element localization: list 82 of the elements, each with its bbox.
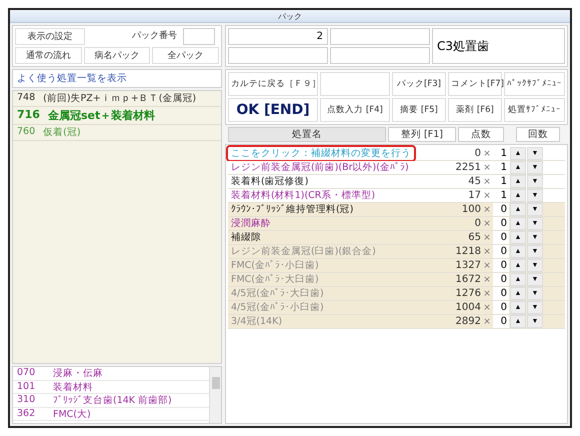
tooth-label: C3処置歯 [432, 28, 565, 64]
action-button[interactable]: 処置ｻﾌﾞﾒﾆｭｰ [504, 98, 565, 122]
points-cell-text: 0 [474, 148, 481, 159]
count-field[interactable]: 0 [493, 301, 509, 314]
times-sign: × [482, 190, 492, 200]
count-field[interactable]: 0 [493, 203, 509, 216]
flow-button[interactable]: 病名パック [84, 47, 150, 64]
treatment-name: レジン前装金属冠(臼歯)(銀合金) [230, 245, 377, 258]
pack-number-label: パック番号 [131, 30, 178, 43]
action-button[interactable]: パック[F3] [392, 72, 446, 96]
input-field[interactable] [330, 28, 430, 45]
count-field[interactable]: 0 [493, 231, 509, 244]
flow-button[interactable]: 全パック [152, 47, 219, 64]
count-field[interactable]: 0 [493, 259, 509, 272]
count-field[interactable]: 0 [493, 287, 509, 300]
frequent-item[interactable]: 748 (前回)失PZ+ｉｍｐ+ＢＴ(金属冠) [13, 91, 221, 107]
treatment-name: FMC(金ﾊﾟﾗ･小臼歯) [230, 259, 320, 272]
display-settings-button[interactable]: 表示の設定 [15, 28, 85, 45]
times-sign: × [482, 288, 492, 298]
frequent-list-link[interactable]: よく使う処置一覧を表示 [12, 69, 222, 88]
treatment-name: 4/5冠(金ﾊﾟﾗ･小臼歯) [230, 301, 325, 314]
action-button[interactable]: 摘要 [F5] [392, 98, 446, 122]
ok-button[interactable]: OK [END] [228, 98, 318, 122]
count-field[interactable]: 0 [493, 217, 509, 230]
column-header[interactable]: 処置名 [228, 127, 386, 142]
times-sign: × [482, 260, 492, 270]
treatment-name: 3/4冠(14K) [230, 315, 284, 328]
treatment-name: 補綴隙 [230, 231, 262, 244]
treatment-name: レジン前装金属冠(前歯)(Br以外)(金ﾊﾟﾗ) [230, 161, 410, 174]
action-button[interactable]: ﾊﾟｯｸｻﾌﾞﾒﾆｭｰ [504, 72, 565, 96]
action-button[interactable]: カルテに戻る［Ｆ９］ [228, 72, 318, 96]
times-sign: × [482, 218, 492, 228]
times-sign: × [482, 176, 492, 186]
times-sign: × [482, 148, 492, 158]
column-header[interactable]: 回数 [516, 127, 560, 142]
points-cell-text: 1327 [454, 260, 481, 271]
category-item[interactable]: 101 装着材料 [13, 380, 209, 394]
treatment-name: 4/5冠(金ﾊﾟﾗ･大臼歯) [230, 287, 325, 300]
points-cell-text: 1672 [454, 274, 481, 285]
blank-button[interactable] [320, 72, 390, 96]
flow-button[interactable]: 通常の流れ [15, 47, 82, 64]
pack-number-field[interactable] [183, 28, 215, 45]
action-button[interactable]: 薬剤 [F6] [448, 98, 502, 122]
action-button[interactable]: 点数入力 [F4] [320, 98, 390, 122]
treatment-name: 装着料(歯冠修復) [230, 175, 310, 188]
treatment-name: ここをクリック：補綴材料の変更を行う [228, 147, 414, 160]
scrollbar[interactable] [209, 367, 221, 423]
times-sign: × [482, 204, 492, 214]
treatment-name: FMC(金ﾊﾟﾗ･大臼歯) [230, 273, 320, 286]
frequent-item[interactable]: 716 金属冠set＋装着材料 [13, 107, 221, 125]
treatment-name: 浸潤麻酔 [230, 217, 272, 230]
treatment-name: ｸﾗｳﾝ･ﾌﾞﾘｯｼﾞ維持管理料(冠) [230, 203, 354, 216]
input-field[interactable]: 2 [228, 28, 328, 45]
times-sign: × [482, 162, 492, 172]
times-sign: × [482, 246, 492, 256]
count-field[interactable]: 0 [493, 245, 509, 258]
points-cell-text: 0 [474, 218, 481, 229]
times-sign: × [482, 316, 492, 326]
points-cell-text: 2251 [454, 162, 481, 173]
column-header[interactable]: 点数 [458, 127, 504, 142]
category-item[interactable]: 070 浸麻・伝麻 [13, 367, 209, 380]
treatment-name: 装着材料(材料1)(CR系・標準型) [230, 189, 376, 202]
times-sign: × [482, 302, 492, 312]
points-cell-text: 65 [467, 232, 481, 243]
action-button[interactable]: コメント[F7] [448, 72, 502, 96]
points-cell-text: 2892 [454, 316, 481, 327]
window-title: パック [10, 10, 570, 23]
count-field[interactable]: 0 [493, 315, 509, 328]
points-cell-text: 1004 [454, 302, 481, 313]
category-item[interactable]: 310 ﾌﾞﾘｯｼﾞ支台歯(14K 前歯部) [13, 394, 209, 408]
category-item[interactable]: 362 FMC(大) [13, 408, 209, 421]
points-cell-text: 100 [460, 204, 481, 215]
points-cell-text: 45 [467, 176, 481, 187]
times-sign: × [482, 232, 492, 242]
times-sign: × [482, 274, 492, 284]
points-cell-text: 1218 [454, 246, 481, 257]
points-cell-text: 1276 [454, 288, 481, 299]
sort-button[interactable]: 整列 [F1] [388, 127, 456, 142]
count-field[interactable]: 0 [493, 273, 509, 286]
input-field[interactable] [228, 47, 328, 64]
input-field[interactable] [330, 47, 430, 64]
points-cell-text: 17 [467, 190, 481, 201]
